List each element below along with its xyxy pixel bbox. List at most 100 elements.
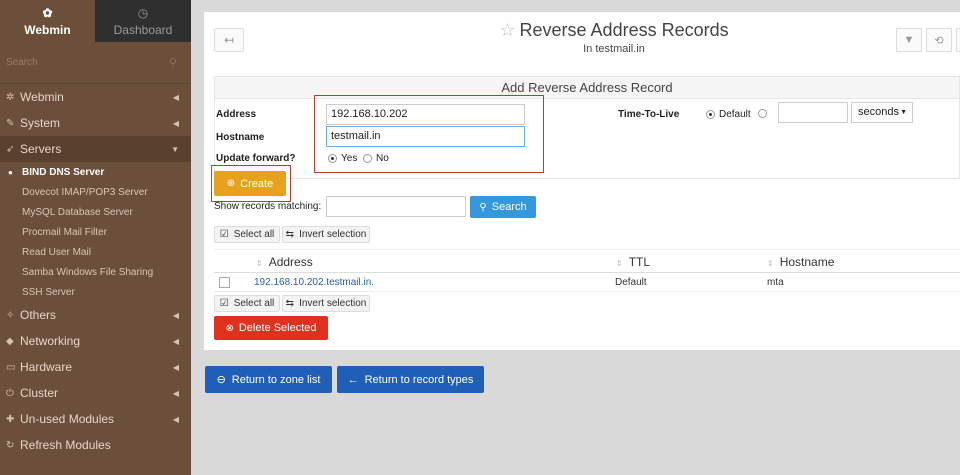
sidebar-category-webmin[interactable]: ✲ Webmin ◀ — [0, 84, 191, 110]
select-all-label: Select all — [233, 229, 275, 240]
hostname-label: Hostname — [216, 132, 265, 143]
filter-button[interactable]: ▼ — [896, 28, 922, 52]
invert-label: Invert selection — [299, 298, 367, 309]
row-ttl: Default — [615, 277, 647, 288]
sidebar-item-label: SSH Server — [22, 286, 75, 298]
sidebar-item-label: Procmail Mail Filter — [22, 226, 108, 238]
sidebar-item-label: Dovecot IMAP/POP3 Server — [22, 186, 148, 198]
sidebar-item-samba[interactable]: Samba Windows File Sharing — [0, 262, 191, 282]
invert-selection-button-bottom[interactable]: ⇆ Invert selection — [282, 295, 370, 312]
more-button[interactable] — [956, 28, 960, 52]
sidebar-item-label: MySQL Database Server — [22, 206, 133, 218]
return-zone-label: Return to zone list — [231, 373, 321, 386]
column-hostname[interactable]: ⇕ Hostname — [767, 255, 834, 269]
sidebar-item-mysql[interactable]: MySQL Database Server — [0, 202, 191, 222]
create-highlight-box — [211, 165, 291, 202]
sidebar-item-label: Samba Windows File Sharing — [22, 266, 154, 278]
sidebar-item-bind[interactable]: ● BIND DNS Server — [0, 162, 191, 182]
invert-selection-button[interactable]: ⇆ Invert selection — [282, 226, 370, 243]
show-records-label: Show records matching: — [214, 201, 322, 212]
chevron-left-icon: ◀ — [172, 388, 179, 398]
ttl-custom-radio[interactable] — [758, 109, 771, 118]
return-record-types-button[interactable]: ← Return to record types — [337, 366, 484, 393]
select-all-button[interactable]: ☑ Select all — [214, 226, 280, 243]
sidebar-category-hardware[interactable]: ▭ Hardware ◀ — [0, 354, 191, 380]
column-address[interactable]: ⇕ Address — [256, 255, 313, 269]
sidebar-category-unused[interactable]: ✚ Un-used Modules ◀ — [0, 406, 191, 432]
tab-dashboard[interactable]: ◷ Dashboard — [95, 0, 191, 42]
page-title: ☆ Reverse Address Records — [464, 20, 764, 41]
sidebar-category-servers[interactable]: ➶ Servers ▼ — [0, 136, 191, 162]
return-types-label: Return to record types — [364, 373, 474, 386]
back-button[interactable]: ↤ — [214, 28, 244, 52]
select-all-button-bottom[interactable]: ☑ Select all — [214, 295, 280, 312]
reload-icon: ⟲ — [934, 34, 944, 47]
ttl-unit-select[interactable]: seconds ▼ — [851, 102, 913, 123]
radio-default-icon — [706, 110, 715, 119]
invert-icon: ⇆ — [285, 229, 295, 240]
chevron-left-icon: ◀ — [172, 310, 179, 320]
sidebar-item-dovecot[interactable]: Dovecot IMAP/POP3 Server — [0, 182, 191, 202]
highlight-box — [314, 95, 544, 173]
caret-down-icon: ▼ — [900, 109, 907, 116]
sidebar-item-procmail[interactable]: Procmail Mail Filter — [0, 222, 191, 242]
star-icon[interactable]: ☆ — [499, 20, 515, 40]
sidebar-category-label: Cluster — [20, 386, 59, 400]
chevron-left-icon: ◀ — [172, 414, 179, 424]
sidebar-category-label: Webmin — [20, 90, 64, 104]
sidebar-category-system[interactable]: ✎ System ◀ — [0, 110, 191, 136]
sidebar-menu: ✲ Webmin ◀ ✎ System ◀ ➶ Servers ▼ ● BIND … — [0, 84, 191, 458]
column-label: Address — [268, 255, 313, 269]
arrow-left-icon: ← — [347, 373, 359, 386]
sidebar-category-refresh[interactable]: ↻ Refresh Modules — [0, 432, 191, 458]
sort-icon: ⇕ — [767, 259, 774, 268]
x-circle-icon: ⊗ — [225, 322, 234, 334]
column-ttl[interactable]: ⇕ TTL — [616, 255, 650, 269]
ttl-input[interactable] — [778, 102, 848, 123]
sidebar-category-label: Hardware — [20, 360, 73, 374]
drive-icon: ▭ — [6, 361, 16, 373]
row-checkbox[interactable] — [219, 277, 230, 288]
refresh-icon: ↻ — [6, 439, 15, 451]
wand-icon: ✧ — [6, 309, 15, 321]
address-label: Address — [216, 109, 257, 120]
tab-webmin[interactable]: ✿ Webmin — [0, 0, 95, 42]
sidebar-category-others[interactable]: ✧ Others ◀ — [0, 302, 191, 328]
sort-icon: ⇕ — [616, 259, 623, 268]
column-label: TTL — [628, 255, 651, 269]
return-zone-list-button[interactable]: ⊖ Return to zone list — [205, 366, 332, 393]
wrench-icon: ✎ — [6, 117, 15, 129]
gear-icon: ✲ — [6, 91, 15, 103]
sidebar-category-label: Networking — [20, 334, 81, 348]
row-address-link[interactable]: 192.168.10.202.testmail.in. — [254, 277, 374, 288]
search-label: Search — [491, 201, 527, 213]
sidebar-tabs: ✿ Webmin ◷ Dashboard — [0, 0, 191, 42]
sidebar-item-read-mail[interactable]: Read User Mail — [0, 242, 191, 262]
ttl-unit-value: seconds — [858, 106, 899, 118]
sidebar-category-networking[interactable]: ◆ Networking ◀ — [0, 328, 191, 354]
sidebar-search-input[interactable] — [6, 57, 185, 68]
circle-arrow-icon: ⊖ — [216, 374, 226, 386]
invert-label: Invert selection — [299, 229, 367, 240]
sidebar-category-label: Un-used Modules — [20, 412, 115, 426]
search-icon: ⚲ — [168, 57, 177, 69]
sidebar-category-cluster[interactable]: ⏻ Cluster ◀ — [0, 380, 191, 406]
arrow-left-icon: ↤ — [223, 33, 235, 47]
filter-input[interactable] — [326, 196, 466, 217]
records-table-header: ⇕ Address ⇕ TTL ⇕ Hostname — [214, 249, 960, 273]
column-label: Hostname — [779, 255, 835, 269]
puzzle-icon: ✚ — [6, 413, 15, 425]
rocket-icon: ➶ — [6, 143, 15, 155]
sidebar-item-ssh[interactable]: SSH Server — [0, 282, 191, 302]
row-hostname: mta — [767, 277, 784, 288]
ttl-default-radio[interactable]: Default — [706, 109, 751, 120]
tab-dashboard-label: Dashboard — [113, 22, 173, 37]
sidebar-item-label: Read User Mail — [22, 246, 91, 258]
delete-selected-button[interactable]: ⊗ Delete Selected — [214, 316, 328, 340]
update-forward-label: Update forward? — [216, 153, 296, 164]
search-button[interactable]: ⚲ Search — [470, 196, 536, 218]
sidebar: ✿ Webmin ◷ Dashboard ⚲ ✲ Webmin ◀ ✎ Syst… — [0, 0, 191, 475]
reload-button[interactable]: ⟲ — [926, 28, 952, 52]
invert-icon: ⇆ — [285, 298, 295, 309]
bullet-icon: ● — [8, 167, 13, 177]
